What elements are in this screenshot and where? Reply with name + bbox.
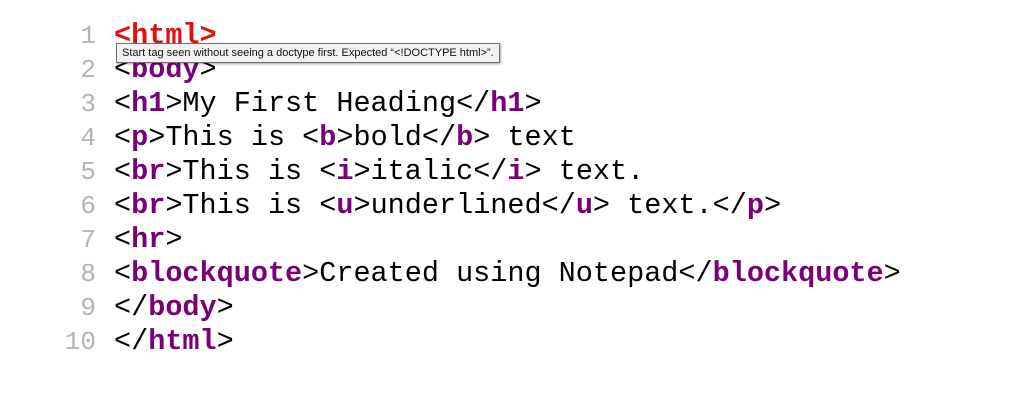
code-text: >bold</	[336, 121, 457, 154]
code-line-8: <blockquote>Created using Notepad</block…	[114, 257, 901, 291]
tag-name: u	[575, 189, 593, 222]
code-text: >	[524, 87, 542, 120]
code-text: > text.	[524, 155, 645, 188]
code-text: >This is <	[148, 121, 320, 154]
tag-name: i	[507, 155, 525, 188]
code-text: >	[883, 257, 901, 290]
tag-name: h1	[131, 87, 166, 120]
line-number: 10	[64, 327, 96, 357]
code-line-3: <h1>My First Heading</h1>	[114, 87, 901, 121]
source-view: 1 2 3 4 5 6 7 8 9 10 <html> <body> <h1>M…	[0, 0, 1023, 401]
code-line-4: <p>This is <b>bold</b> text	[114, 121, 901, 155]
tag-name: p	[131, 121, 149, 154]
code-text: <	[114, 223, 132, 256]
code-line-6: <br>This is <u>underlined</u> text.</p>	[114, 189, 901, 223]
line-number: 5	[80, 157, 96, 187]
line-number: 2	[80, 55, 96, 85]
tag-name: blockquote	[131, 257, 303, 290]
tag-name: hr	[131, 223, 166, 256]
code-text: <	[114, 155, 132, 188]
code-line-5: <br>This is <i>italic</i> text.	[114, 155, 901, 189]
code-text: >This is <	[165, 155, 337, 188]
line-number: 4	[80, 123, 96, 153]
code-line-7: <hr>	[114, 223, 901, 257]
line-number: 6	[80, 191, 96, 221]
tag-name: blockquote	[712, 257, 884, 290]
code-text: <	[114, 121, 132, 154]
line-number: 1	[80, 21, 96, 51]
line-number: 8	[80, 259, 96, 289]
code-text: >This is <	[165, 189, 337, 222]
line-number: 3	[80, 89, 96, 119]
line-number-gutter: 1 2 3 4 5 6 7 8 9 10	[0, 19, 96, 359]
code-line-9: </body>	[114, 291, 901, 325]
code-area[interactable]: <html> <body> <h1>My First Heading</h1> …	[114, 19, 901, 359]
code-text: >	[763, 189, 782, 222]
code-text: >Created using Notepad</	[302, 257, 713, 290]
code-text: <	[114, 257, 132, 290]
code-text: <	[114, 189, 132, 222]
code-text: >	[216, 325, 234, 358]
code-line-10: </html>	[114, 325, 901, 359]
code-text: >	[216, 291, 234, 324]
tag-name: b	[456, 121, 474, 154]
line-number: 9	[80, 293, 96, 323]
code-text: >italic</	[353, 155, 508, 188]
code-text: >underlined</	[353, 189, 576, 222]
code-text: >My First Heading</	[165, 87, 491, 120]
validation-error-tooltip: Start tag seen without seeing a doctype …	[116, 43, 500, 63]
code-text: > text.</	[592, 189, 747, 222]
tag-name: html	[148, 325, 217, 358]
code-text: </	[114, 291, 149, 324]
tag-name: b	[319, 121, 337, 154]
tag-name: u	[336, 189, 354, 222]
tag-name: p	[746, 189, 764, 222]
code-text: > text	[473, 121, 576, 154]
code-text: >	[165, 223, 183, 256]
tag-name: br	[131, 189, 166, 222]
code-text: <	[114, 87, 132, 120]
tag-name: i	[336, 155, 354, 188]
tag-name: h1	[490, 87, 525, 120]
tag-name: body	[148, 291, 217, 324]
code-text: </	[114, 325, 149, 358]
line-number: 7	[80, 225, 96, 255]
tag-name: br	[131, 155, 166, 188]
